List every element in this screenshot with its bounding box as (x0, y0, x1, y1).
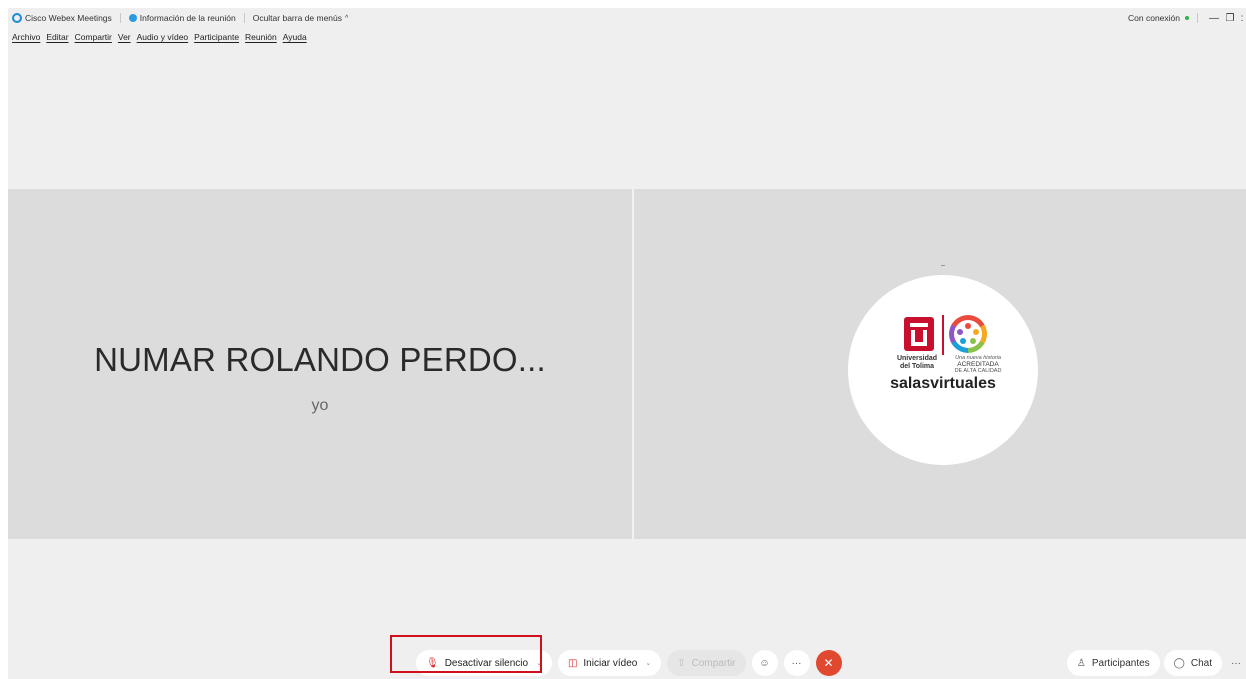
shield-info-icon[interactable] (128, 14, 137, 22)
menu-bar: Archivo Editar Compartir Ver Audio y víd… (12, 32, 307, 46)
brand-name: salasvirtuales (890, 375, 996, 392)
close-icon: ✕ (823, 656, 834, 670)
webex-window: Cisco Webex Meetings Información de la r… (8, 8, 1246, 679)
participants-label: Participantes (1091, 657, 1150, 669)
accreditation-text: Una nueva historia ACREDITADA DE ALTA CA… (952, 355, 1004, 375)
reactions-button[interactable]: ☺ (751, 650, 778, 676)
university-name: Universidad del Tolima (886, 355, 948, 371)
divider (119, 13, 121, 23)
accreditation-line3: DE ALTA CALIDAD (954, 368, 1002, 374)
close-window-icon[interactable]: : (1238, 13, 1246, 24)
local-video-tile[interactable]: NUMAR ROLANDO PERDO... yo (8, 189, 632, 539)
person-icon: ♙ (1076, 657, 1086, 669)
hide-menu-button[interactable]: Ocultar barra de menús (253, 13, 342, 23)
ellipsis-icon: ··· (791, 657, 802, 669)
leave-meeting-button[interactable]: ✕ (815, 650, 842, 676)
highlight-box (390, 635, 542, 673)
menu-editar[interactable]: Editar (46, 32, 68, 46)
more-panels-icon[interactable]: ··· (1226, 658, 1246, 669)
side-panel-controls: ♙ Participantes ◯ Chat ··· (1066, 649, 1246, 677)
start-video-button[interactable]: ◫ Iniciar vídeo ⌄ (557, 650, 662, 676)
menu-audio-video[interactable]: Audio y vídeo (137, 32, 189, 46)
menu-reunion[interactable]: Reunión (245, 32, 277, 46)
university-name-line2: del Tolima (899, 363, 935, 370)
title-bar-right: Con conexión — ❐ : (1128, 8, 1246, 28)
avatar-mark (941, 265, 945, 266)
video-off-icon: ◫ (567, 657, 578, 669)
chevron-up-icon[interactable]: ^ (345, 15, 348, 22)
logo-divider (942, 315, 944, 355)
menu-participante[interactable]: Participante (194, 32, 239, 46)
menu-compartir[interactable]: Compartir (75, 32, 112, 46)
accreditation-logo-icon (949, 315, 987, 353)
app-title: Cisco Webex Meetings (25, 13, 112, 23)
participant-avatar: Universidad del Tolima Una nueva histori… (848, 265, 1038, 465)
more-options-button[interactable]: ··· (783, 650, 810, 676)
connection-status: Con conexión (1128, 13, 1180, 23)
minimize-icon[interactable]: — (1206, 13, 1222, 24)
chat-button[interactable]: ◯ Chat (1163, 650, 1222, 676)
share-icon: ⇧ (677, 657, 686, 669)
share-label: Compartir (691, 657, 736, 669)
title-bar: Cisco Webex Meetings Información de la r… (8, 8, 1246, 28)
smiley-icon: ☺ (759, 657, 770, 669)
chat-bubble-icon: ◯ (1173, 657, 1185, 669)
divider (243, 13, 245, 23)
chevron-down-icon[interactable]: ⌄ (645, 659, 651, 667)
start-video-label: Iniciar vídeo (583, 657, 638, 669)
divider (1197, 13, 1198, 23)
remote-video-tile[interactable]: Universidad del Tolima Una nueva histori… (634, 189, 1246, 539)
share-button[interactable]: ⇧ Compartir (667, 650, 746, 676)
menu-ver[interactable]: Ver (118, 32, 131, 46)
restore-icon[interactable]: ❐ (1222, 13, 1238, 24)
webex-logo-icon (12, 13, 22, 23)
meeting-info-button[interactable]: Información de la reunión (140, 13, 236, 23)
university-logo-icon (904, 317, 934, 351)
menu-archivo[interactable]: Archivo (12, 32, 40, 46)
connected-dot-icon (1185, 16, 1189, 20)
menu-ayuda[interactable]: Ayuda (283, 32, 307, 46)
participant-self-label: yo (311, 397, 329, 414)
participants-button[interactable]: ♙ Participantes (1066, 650, 1160, 676)
participant-name: NUMAR ROLANDO PERDO... (94, 341, 546, 378)
university-name-line1: Universidad (896, 355, 938, 362)
chat-label: Chat (1190, 657, 1212, 669)
